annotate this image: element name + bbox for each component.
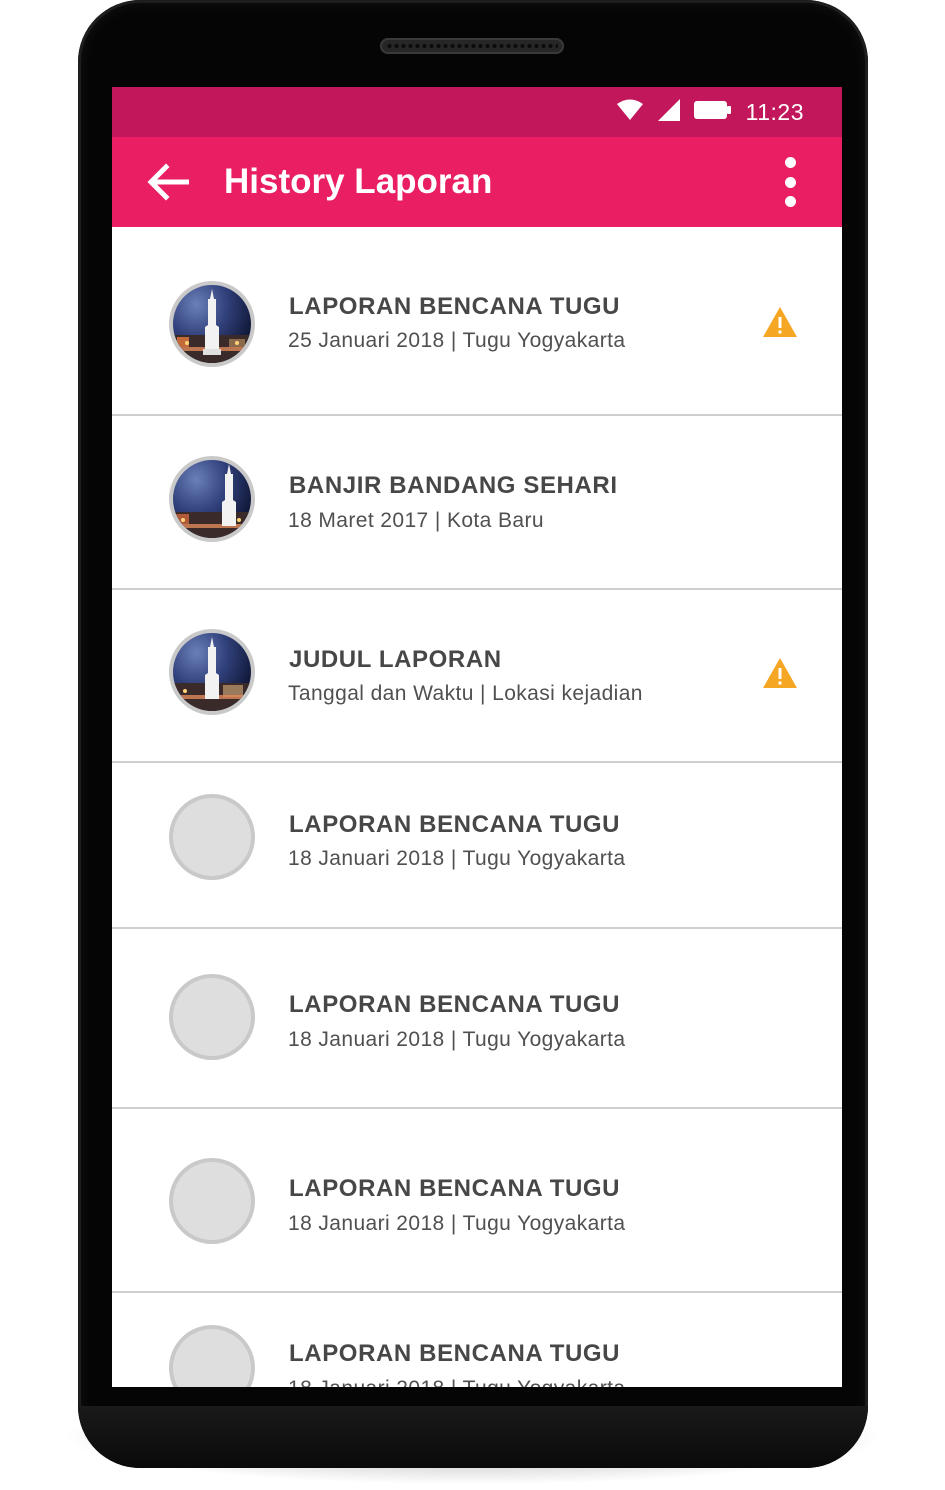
report-subtitle: 18 Januari 2018 | Tugu Yogyakarta <box>288 1028 626 1051</box>
page-title: History Laporan <box>224 162 493 201</box>
more-vert-icon-dot <box>784 176 796 188</box>
more-vert-icon <box>784 157 796 168</box>
back-button[interactable] <box>144 160 192 204</box>
status-icons: 11:23 <box>616 97 804 127</box>
report-subtitle: 18 Januari 2018 | Tugu Yogyakarta <box>288 1377 625 1387</box>
report-subtitle: 25 Januari 2018 | Tugu Yogyakarta <box>288 329 626 352</box>
report-thumbnail <box>169 456 255 542</box>
list-item[interactable]: LAPORAN BENCANA TUGU 18 Januari 2018 | T… <box>112 763 842 929</box>
cell-signal-icon <box>657 98 680 126</box>
app-bar: History Laporan <box>112 137 842 227</box>
report-title: LAPORAN BENCANA TUGU <box>289 811 621 838</box>
warning-icon <box>763 658 797 688</box>
status-time: 11:23 <box>745 98 804 125</box>
list-item[interactable]: LAPORAN BENCANA TUGU 18 Januari 2018 | T… <box>112 1293 842 1387</box>
list-item[interactable]: LAPORAN BENCANA TUGU 18 Januari 2018 | T… <box>112 929 842 1109</box>
tugu-monument-image <box>173 464 251 538</box>
report-title: LAPORAN BENCANA TUGU <box>289 1175 621 1202</box>
more-vert-icon-dot <box>784 196 796 207</box>
tugu-monument-image <box>173 289 251 363</box>
report-subtitle: 18 Januari 2018 | Tugu Yogyakarta <box>288 1212 626 1235</box>
app-screen: 11:23 History Laporan LAPORAN BENCANA TU… <box>112 87 842 1387</box>
report-thumbnail-placeholder <box>169 794 255 880</box>
list-item[interactable]: LAPORAN BENCANA TUGU 18 Januari 2018 | T… <box>112 1109 842 1293</box>
report-list: LAPORAN BENCANA TUGU 25 Januari 2018 | T… <box>112 227 842 1387</box>
report-title: LAPORAN BENCANA TUGU <box>289 1340 621 1367</box>
more-options-button[interactable] <box>778 157 802 207</box>
report-subtitle: 18 Januari 2018 | Tugu Yogyakarta <box>288 847 626 870</box>
report-thumbnail-placeholder <box>169 974 255 1060</box>
list-item[interactable]: LAPORAN BENCANA TUGU 25 Januari 2018 | T… <box>112 227 842 416</box>
report-title: LAPORAN BENCANA TUGU <box>289 293 621 320</box>
warning-icon <box>763 307 797 337</box>
report-title: JUDUL LAPORAN <box>289 646 502 673</box>
tugu-monument-image <box>173 637 251 711</box>
list-item[interactable]: JUDUL LAPORAN Tanggal dan Waktu | Lokasi… <box>112 590 842 763</box>
report-subtitle: Tanggal dan Waktu | Lokasi kejadian <box>288 682 643 705</box>
report-thumbnail-placeholder <box>169 1325 255 1387</box>
phone-chin <box>78 1406 868 1468</box>
report-thumbnail-placeholder <box>169 1158 255 1244</box>
report-thumbnail <box>169 629 255 715</box>
report-title: BANJIR BANDANG SEHARI <box>289 472 618 499</box>
wifi-icon <box>616 99 644 126</box>
list-item[interactable]: BANJIR BANDANG SEHARI 18 Maret 2017 | Ko… <box>112 416 842 590</box>
report-thumbnail <box>169 281 255 367</box>
arrow-back-icon <box>147 163 189 201</box>
report-subtitle: 18 Maret 2017 | Kota Baru <box>288 509 544 532</box>
battery-icon <box>693 100 732 125</box>
report-title: LAPORAN BENCANA TUGU <box>289 991 621 1018</box>
status-bar: 11:23 <box>112 87 842 137</box>
earpiece-speaker <box>380 38 564 54</box>
